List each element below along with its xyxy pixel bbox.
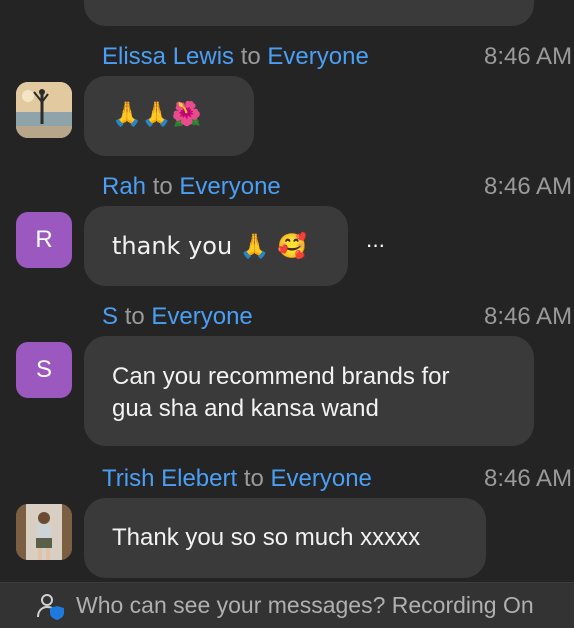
sender-name[interactable]: Trish Elebert [102, 465, 237, 492]
message-header: Elissa Lewis to Everyone [102, 41, 369, 73]
to-label: to [124, 303, 145, 330]
message-text-line: Can you recommend brands for [112, 363, 450, 390]
recipient-name[interactable]: Everyone [271, 465, 372, 492]
message-bubble[interactable]: 🙏🙏🌺 [84, 76, 254, 156]
previous-message-bubble [84, 0, 534, 26]
to-label: to [243, 465, 264, 492]
recipient-name[interactable]: Everyone [267, 43, 368, 70]
message-header: Trish Elebert to Everyone [102, 463, 372, 495]
sender-name[interactable]: S [102, 303, 118, 330]
avatar[interactable] [16, 82, 72, 138]
message-header: Rah to Everyone [102, 171, 281, 203]
avatar[interactable]: S [16, 342, 72, 398]
to-label: to [240, 43, 261, 70]
message-time: 8:46 AM [484, 303, 573, 330]
message-text: Thank you so so much xxxxx [112, 524, 421, 551]
chat-footer: Who can see your messages? Recording On [0, 582, 574, 628]
person-shield-icon[interactable] [36, 592, 66, 620]
avatar-photo-icon [16, 504, 72, 560]
message-text-line: gua sha and kansa wand [112, 395, 379, 422]
message-text: 🙏🙏🌺 [112, 100, 202, 128]
message-bubble[interactable]: Thank you so so much xxxxx [84, 498, 486, 578]
recipient-name[interactable]: Everyone [151, 303, 252, 330]
chat-message-list[interactable]: Elissa Lewis to Everyone 8:46 AM 🙏🙏🌺 Rah… [0, 0, 574, 582]
message-text: thank you 🙏 🥰 [112, 232, 308, 260]
message-header: S to Everyone [102, 301, 253, 333]
message-bubble[interactable]: thank you 🙏 🥰 [84, 206, 348, 286]
avatar[interactable]: R [16, 212, 72, 268]
message-time: 8:46 AM [484, 43, 573, 70]
more-options-button[interactable]: ··· [362, 230, 388, 260]
message-time: 8:46 AM [484, 465, 573, 492]
sender-name[interactable]: Elissa Lewis [102, 43, 234, 70]
message-time: 8:46 AM [484, 173, 573, 200]
avatar-photo-icon [16, 82, 72, 138]
message-bubble[interactable]: Can you recommend brands for gua sha and… [84, 336, 534, 446]
avatar[interactable] [16, 504, 72, 560]
sender-name[interactable]: Rah [102, 173, 146, 200]
recipient-name[interactable]: Everyone [179, 173, 280, 200]
message-visibility-link[interactable]: Who can see your messages? Recording On [76, 590, 534, 620]
to-label: to [152, 173, 173, 200]
